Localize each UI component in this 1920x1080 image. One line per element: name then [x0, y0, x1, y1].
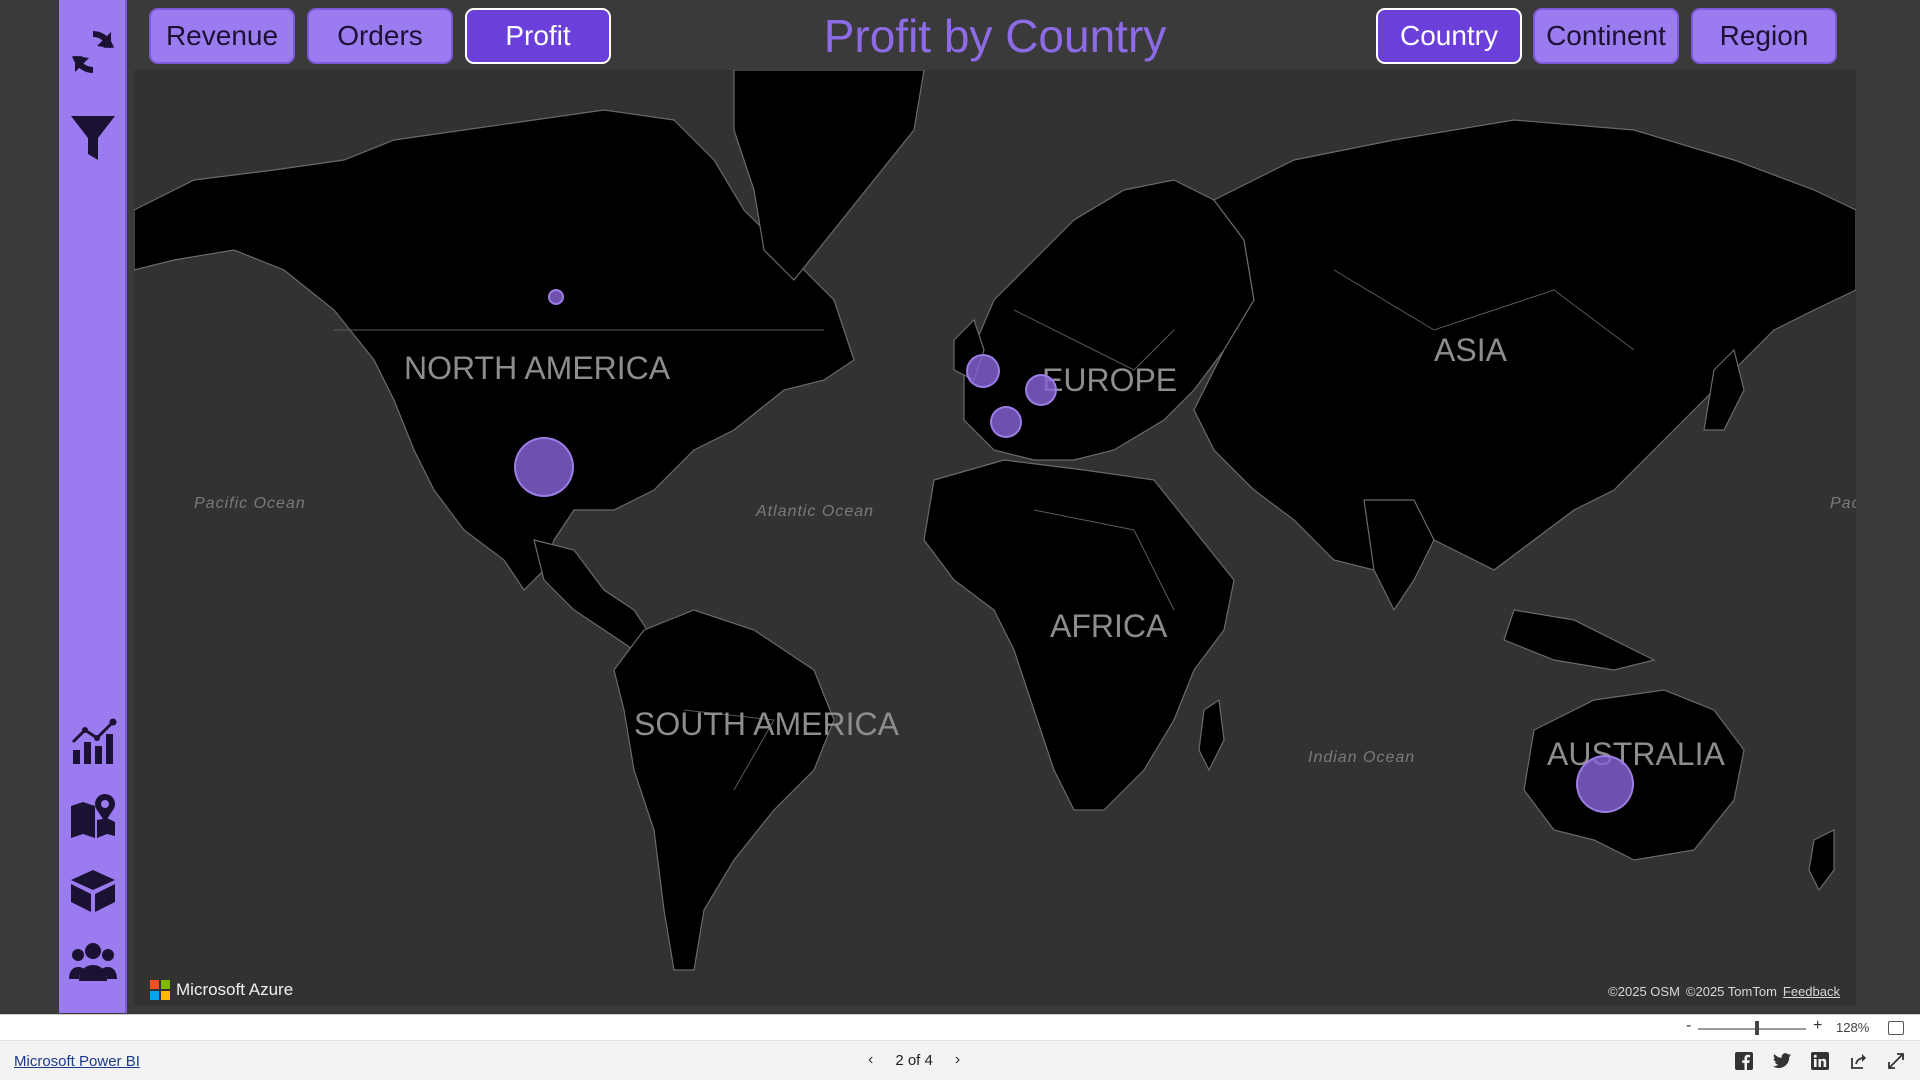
profit-bubble-france[interactable] [990, 406, 1022, 438]
map-attribution: ©2025 OSM ©2025 TomTom Feedback [1608, 984, 1840, 999]
continent-label: SOUTH AMERICA [634, 706, 899, 742]
ocean-label: Pac [1830, 495, 1856, 512]
zoom-slider-track[interactable] [1698, 1028, 1806, 1030]
icon-rail [59, 0, 127, 1013]
page-indicator: 2 of 4 [895, 1051, 933, 1069]
zoom-bar: - + 128% [0, 1014, 1920, 1040]
page-navigator: ‹ 2 of 4 › [868, 1051, 960, 1069]
share-icon[interactable] [1848, 1051, 1868, 1071]
facebook-icon[interactable] [1734, 1051, 1754, 1071]
ocean-label: Pacific Ocean [194, 495, 306, 512]
map-provider-logo: Microsoft Azure [150, 980, 293, 1000]
world-landmass [134, 70, 1856, 971]
continent-label: EUROPE [1042, 362, 1178, 398]
profit-bubble-canada[interactable] [548, 289, 564, 305]
footer-bar: Microsoft Power BI ‹ 2 of 4 › [0, 1040, 1920, 1080]
zoom-slider-thumb[interactable] [1755, 1021, 1759, 1035]
profit-bubble-united-kingdom[interactable] [966, 354, 1000, 388]
continent-label: NORTH AMERICA [404, 350, 671, 386]
zoom-in-button[interactable]: + [1813, 1017, 1822, 1035]
provider-name: Microsoft Azure [176, 980, 294, 999]
map-icon[interactable] [67, 790, 119, 842]
share-icons [1734, 1051, 1906, 1071]
zoom-out-button[interactable]: - [1686, 1017, 1691, 1035]
attribution-osm: ©2025 OSM [1608, 984, 1680, 999]
zoom-level: 128% [1836, 1020, 1870, 1035]
continent-label: AUSTRALIA [1547, 736, 1725, 772]
country-button[interactable]: Country [1376, 8, 1522, 64]
continent-button[interactable]: Continent [1533, 8, 1679, 64]
region-button[interactable]: Region [1691, 8, 1837, 64]
continent-label: ASIA [1434, 332, 1507, 368]
chart-icon[interactable] [67, 716, 119, 768]
box-icon[interactable] [67, 864, 119, 916]
feedback-link[interactable]: Feedback [1783, 984, 1840, 999]
report-canvas: Revenue Orders Profit Profit by Country … [0, 0, 1920, 1080]
refresh-icon[interactable] [67, 26, 119, 78]
revenue-button[interactable]: Revenue [149, 8, 295, 64]
ocean-label: Atlantic Ocean [756, 503, 875, 520]
users-icon[interactable] [67, 937, 119, 989]
previous-page-button[interactable]: ‹ [868, 1051, 873, 1069]
continent-label: AFRICA [1050, 608, 1168, 644]
attribution-tomtom: ©2025 TomTom [1685, 984, 1777, 999]
microsoft-logo-icon [150, 980, 170, 1000]
ocean-label: Indian Ocean [1308, 749, 1416, 766]
profit-bubble-germany[interactable] [1025, 374, 1057, 406]
page-title: Profit by Country [823, 10, 1167, 62]
twitter-icon[interactable] [1772, 1051, 1792, 1071]
world-map[interactable]: NORTH AMERICA EUROPE ASIA AFRICA SOUTH A… [134, 70, 1856, 1006]
fit-to-page-icon[interactable] [1888, 1021, 1904, 1035]
profit-button[interactable]: Profit [465, 8, 611, 64]
linkedin-icon[interactable] [1810, 1051, 1830, 1071]
next-page-button[interactable]: › [955, 1051, 960, 1069]
profit-bubble-australia[interactable] [1576, 755, 1634, 813]
filter-icon[interactable] [67, 112, 119, 164]
profit-bubble-united-states[interactable] [514, 437, 574, 497]
orders-button[interactable]: Orders [307, 8, 453, 64]
expand-icon[interactable] [1886, 1051, 1906, 1071]
power-bi-link[interactable]: Microsoft Power BI [14, 1053, 140, 1070]
